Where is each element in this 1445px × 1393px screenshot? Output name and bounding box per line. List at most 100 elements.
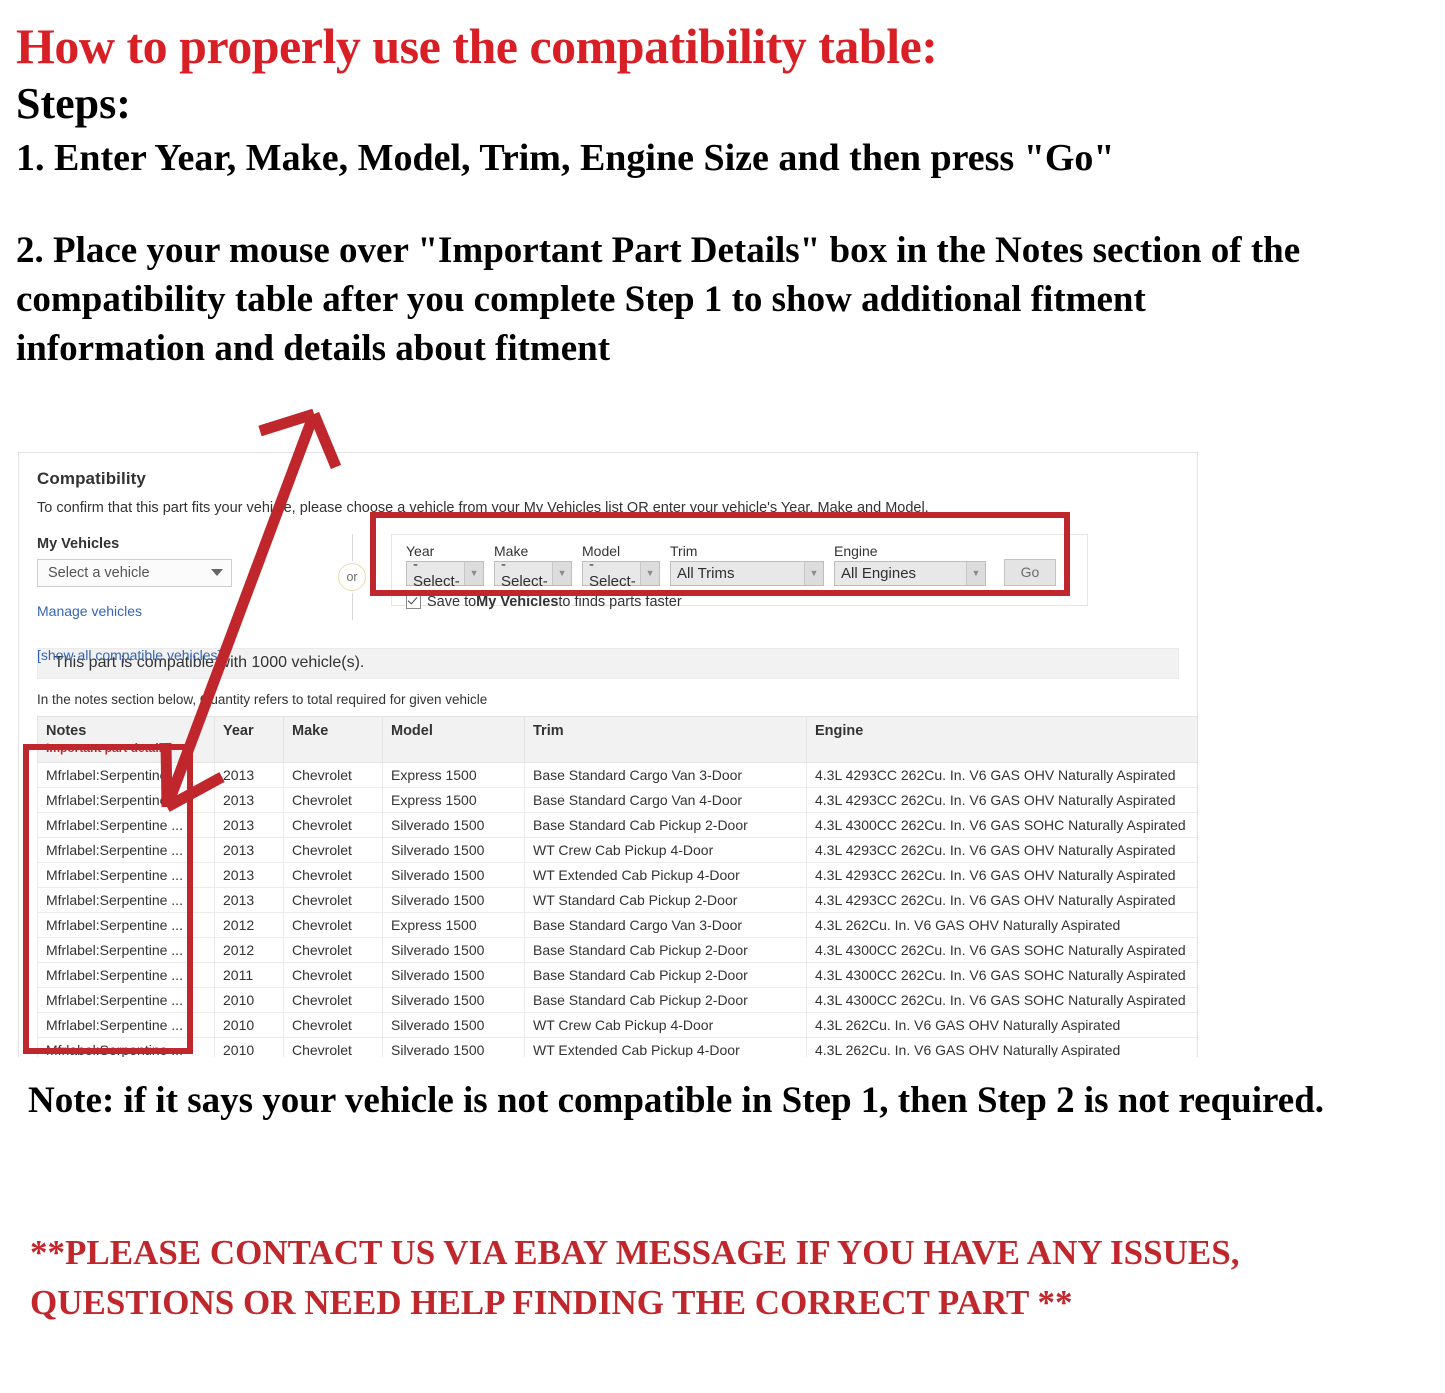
cell-make: Chevrolet [283, 811, 383, 838]
cell-notes[interactable]: Mfrlabel:Serpentine ... [37, 811, 215, 838]
cell-year: 2013 [214, 786, 284, 813]
chevron-down-icon: ▼ [552, 561, 571, 585]
cell-make: Chevrolet [283, 861, 383, 888]
make-select[interactable]: -Select- ▼ [494, 556, 572, 590]
cell-notes[interactable]: Mfrlabel:Serpentine ... [37, 761, 215, 788]
cell-year: 2012 [214, 936, 284, 963]
cell-notes[interactable]: Mfrlabel:Serpentine ... [37, 986, 215, 1013]
cell-make: Chevrolet [283, 986, 383, 1013]
cell-year: 2010 [214, 1036, 284, 1057]
cell-notes[interactable]: Mfrlabel:Serpentine ... [37, 861, 215, 888]
cell-trim: Base Standard Cab Pickup 2-Door [524, 936, 807, 963]
table-row: Mfrlabel:Serpentine ... 2012 Chevrolet Silv… [37, 936, 1197, 963]
table-row: Mfrlabel:Serpentine ... 2013 Chevrolet Silv… [37, 836, 1197, 863]
cell-year: 2011 [214, 961, 284, 988]
table-row: Mfrlabel:Serpentine ... 2013 Chevrolet Silv… [37, 886, 1197, 913]
cell-engine: 4.3L 4293CC 262Cu. In. V6 GAS OHV Natura… [806, 836, 1197, 863]
cell-model: Silverado 1500 [382, 811, 525, 838]
cell-notes[interactable]: Mfrlabel:Serpentine ... [37, 886, 215, 913]
cell-engine: 4.3L 262Cu. In. V6 GAS OHV Naturally Asp… [806, 1011, 1197, 1038]
engine-label: Engine [834, 542, 878, 559]
cell-make: Chevrolet [283, 911, 383, 938]
cell-trim: WT Crew Cab Pickup 4-Door [524, 1011, 807, 1038]
show-all-compatible-vehicles-link[interactable]: [show all compatible vehicles] [37, 647, 287, 663]
cell-trim: Base Standard Cab Pickup 2-Door [524, 961, 807, 988]
vehicle-finder-fields: Year -Select- ▼ Make -Select- ▼ Model -S… [406, 542, 1077, 590]
cell-notes[interactable]: Mfrlabel:Serpentine ... [37, 961, 215, 988]
cell-trim: WT Crew Cab Pickup 4-Door [524, 836, 807, 863]
cell-engine: 4.3L 4300CC 262Cu. In. V6 GAS SOHC Natur… [806, 986, 1197, 1013]
cell-year: 2013 [214, 761, 284, 788]
make-select-value: -Select- [501, 556, 548, 591]
year-field: Year -Select- ▼ [406, 543, 484, 590]
page-title: How to properly use the compatibility ta… [16, 18, 938, 74]
cell-model: Express 1500 [382, 911, 525, 938]
step-1-text: 1. Enter Year, Make, Model, Trim, Engine… [16, 137, 1115, 180]
table-row: Mfrlabel:Serpentine ... 2010 Chevrolet Silv… [37, 1036, 1197, 1057]
my-vehicles-select-value: Select a vehicle [48, 564, 150, 581]
save-to-my-vehicles-checkbox[interactable] [406, 594, 421, 610]
chevron-down-icon: ▼ [966, 561, 985, 585]
cell-model: Silverado 1500 [382, 936, 525, 963]
table-row: Mfrlabel:Serpentine ... 2010 Chevrolet Silv… [37, 1011, 1197, 1038]
year-select-value: -Select- [413, 556, 460, 591]
cell-engine: 4.3L 4293CC 262Cu. In. V6 GAS OHV Natura… [806, 861, 1197, 888]
cell-engine: 4.3L 4300CC 262Cu. In. V6 GAS SOHC Natur… [806, 961, 1197, 988]
important-part-details-label: Important part details [46, 740, 169, 755]
cell-notes[interactable]: Mfrlabel:Serpentine ... [37, 836, 215, 863]
cell-make: Chevrolet [283, 886, 383, 913]
cell-engine: 4.3L 4300CC 262Cu. In. V6 GAS SOHC Natur… [806, 811, 1197, 838]
cell-trim: Base Standard Cab Pickup 2-Door [524, 986, 807, 1013]
cell-engine: 4.3L 4300CC 262Cu. In. V6 GAS SOHC Natur… [806, 936, 1197, 963]
cell-make: Chevrolet [283, 936, 383, 963]
cell-model: Silverado 1500 [382, 886, 525, 913]
cell-model: Express 1500 [382, 786, 525, 813]
model-select[interactable]: -Select- ▼ [582, 556, 660, 590]
cell-notes[interactable]: Mfrlabel:Serpentine ... [37, 936, 215, 963]
compatibility-table-body: Mfrlabel:Serpentine ... 2013 Chevrolet Expr… [37, 761, 1197, 1057]
year-select[interactable]: -Select- ▼ [406, 556, 484, 590]
or-divider-line-bottom [351, 592, 353, 620]
cell-notes[interactable]: Mfrlabel:Serpentine ... [37, 911, 215, 938]
compatibility-panel: Compatibility To confirm that this part … [18, 452, 1198, 1057]
save-suffix-text: to finds parts faster [558, 593, 682, 610]
my-vehicles-column: My Vehicles Select a vehicle Manage vehi… [37, 532, 287, 663]
chevron-down-icon: ▼ [804, 561, 823, 585]
trim-label: Trim [670, 542, 698, 559]
cell-make: Chevrolet [283, 1036, 383, 1057]
my-vehicles-select[interactable]: Select a vehicle [37, 558, 232, 587]
cell-trim: WT Extended Cab Pickup 4-Door [524, 861, 807, 888]
cell-notes[interactable]: Mfrlabel:Serpentine ... [37, 786, 215, 813]
save-strong-text: My Vehicles [476, 593, 559, 610]
cell-notes[interactable]: Mfrlabel:Serpentine ... [37, 1036, 215, 1057]
cell-engine: 4.3L 4293CC 262Cu. In. V6 GAS OHV Natura… [806, 786, 1197, 813]
cell-make: Chevrolet [283, 961, 383, 988]
compatibility-subtitle: To confirm that this part fits your vehi… [37, 500, 929, 516]
cell-year: 2013 [214, 861, 284, 888]
engine-select-value: All Engines [841, 564, 917, 582]
cell-trim: Base Standard Cargo Van 3-Door [524, 911, 807, 938]
footer-contact: **PLEASE CONTACT US VIA EBAY MESSAGE IF … [30, 1233, 1240, 1322]
cell-engine: 4.3L 262Cu. In. V6 GAS OHV Naturally Asp… [806, 911, 1197, 938]
cell-model: Silverado 1500 [382, 986, 525, 1013]
trim-select[interactable]: All Trims ▼ [670, 560, 824, 586]
table-row: Mfrlabel:Serpentine ... 2013 Chevrolet Silv… [37, 861, 1197, 888]
table-row: Mfrlabel:Serpentine ... 2011 Chevrolet Silv… [37, 961, 1197, 988]
model-select-value: -Select- [589, 556, 636, 591]
cell-notes[interactable]: Mfrlabel:Serpentine ... [37, 1011, 215, 1038]
save-to-my-vehicles-row[interactable]: Save to My Vehicles to finds parts faste… [406, 594, 1077, 610]
cell-model: Silverado 1500 [382, 836, 525, 863]
cell-engine: 4.3L 262Cu. In. V6 GAS OHV Naturally Asp… [806, 1036, 1197, 1057]
cell-year: 2010 [214, 986, 284, 1013]
vehicle-finder-form: Year -Select- ▼ Make -Select- ▼ Model -S… [391, 533, 1088, 610]
cell-year: 2012 [214, 911, 284, 938]
column-header-notes-label: Notes [46, 722, 87, 739]
engine-select[interactable]: All Engines ▼ [834, 560, 986, 586]
cell-model: Silverado 1500 [382, 1036, 525, 1057]
manage-vehicles-link[interactable]: Manage vehicles [37, 603, 287, 619]
notes-quantity-hint: In the notes section below, Quantity ref… [37, 691, 488, 707]
cell-trim: Base Standard Cargo Van 3-Door [524, 761, 807, 788]
column-header-engine: Engine [806, 715, 1197, 763]
cell-engine: 4.3L 4293CC 262Cu. In. V6 GAS OHV Natura… [806, 886, 1197, 913]
go-button[interactable]: Go [1004, 558, 1056, 586]
